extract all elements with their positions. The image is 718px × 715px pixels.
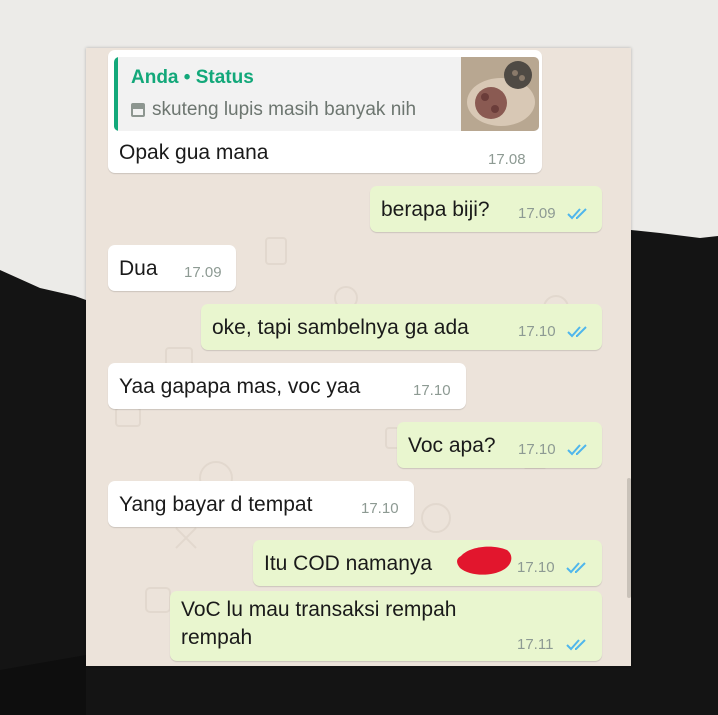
message-text: Voc apa? xyxy=(408,434,496,457)
message-time: 17.10 xyxy=(413,382,451,399)
message-time: 17.10 xyxy=(518,441,556,458)
message-bubble-outgoing[interactable]: Itu COD namanya 17.10 xyxy=(253,540,602,586)
chat-scrollbar[interactable] xyxy=(627,478,631,598)
quote-accent-bar xyxy=(114,57,118,131)
message-time: 17.11 xyxy=(517,636,554,653)
chat-window[interactable]: Anda • Status skuteng lupis masih banyak… xyxy=(86,48,631,666)
message-bubble-incoming[interactable]: Anda • Status skuteng lupis masih banyak… xyxy=(108,50,542,173)
double-check-icon xyxy=(567,326,587,338)
message-bubble-outgoing[interactable]: Voc apa? 17.10 xyxy=(397,422,602,468)
message-text-line-2: rempah xyxy=(181,626,253,649)
message-text: Dua xyxy=(119,257,158,280)
message-time: 17.09 xyxy=(184,264,222,281)
quote-title: Anda • Status xyxy=(131,67,254,88)
double-check-icon xyxy=(567,208,587,220)
message-bubble-outgoing[interactable]: VoC lu mau transaksi rempah rempah 17.11 xyxy=(170,591,602,661)
message-time: 17.08 xyxy=(488,151,526,168)
message-text: berapa biji? xyxy=(381,198,490,221)
message-bubble-incoming[interactable]: Dua 17.09 xyxy=(108,245,236,291)
message-bubble-outgoing[interactable]: berapa biji? 17.09 xyxy=(370,186,602,232)
message-text: Opak gua mana xyxy=(119,141,269,164)
double-check-icon xyxy=(567,444,587,456)
message-bubble-incoming[interactable]: Yang bayar d tempat 17.10 xyxy=(108,481,414,527)
quoted-status[interactable]: Anda • Status skuteng lupis masih banyak… xyxy=(114,57,539,131)
message-text: oke, tapi sambelnya ga ada xyxy=(212,316,469,339)
redaction-scribble xyxy=(457,546,512,575)
message-time: 17.10 xyxy=(517,559,555,576)
message-text: Itu COD namanya xyxy=(264,552,433,575)
status-thumbnail[interactable] xyxy=(461,57,539,131)
double-check-icon xyxy=(566,562,586,574)
message-time: 17.10 xyxy=(361,500,399,517)
message-bubble-outgoing[interactable]: oke, tapi sambelnya ga ada 17.10 xyxy=(201,304,602,350)
image-icon xyxy=(131,103,145,117)
quote-text: skuteng lupis masih banyak nih xyxy=(152,99,417,120)
message-text: Yaa gapapa mas, voc yaa xyxy=(119,375,361,398)
message-text: Yang bayar d tempat xyxy=(119,493,313,516)
message-time: 17.09 xyxy=(518,205,556,222)
message-time: 17.10 xyxy=(518,323,556,340)
message-bubble-incoming[interactable]: Yaa gapapa mas, voc yaa 17.10 xyxy=(108,363,466,409)
message-text-line-1: VoC lu mau transaksi rempah xyxy=(181,598,457,621)
double-check-icon xyxy=(566,639,586,651)
